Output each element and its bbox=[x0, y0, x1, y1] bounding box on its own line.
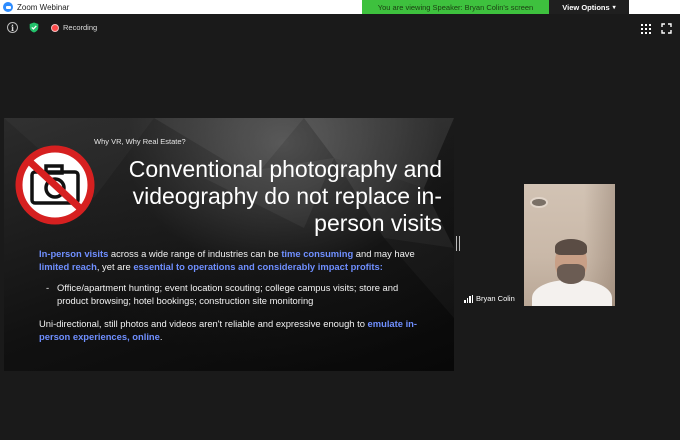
rich-text-segment: essential to operations and considerably… bbox=[133, 260, 383, 272]
speaker-name: Bryan Colin bbox=[476, 294, 515, 303]
recording-label: Recording bbox=[63, 23, 98, 32]
rich-text-segment: Uni-directional, still photos and videos… bbox=[39, 318, 368, 329]
view-options-label: View Options bbox=[562, 2, 610, 12]
fullscreen-icon[interactable] bbox=[661, 23, 672, 34]
screen-share-banner: You are viewing Speaker: Bryan Colin's s… bbox=[362, 0, 549, 14]
slide-title: Conventional photography and videography… bbox=[128, 156, 442, 236]
speaker-video[interactable] bbox=[524, 184, 615, 306]
rich-text-segment: In-person visits bbox=[39, 248, 109, 259]
recording-icon bbox=[51, 24, 59, 32]
signal-strength-icon bbox=[464, 295, 473, 303]
rich-text-segment: . bbox=[159, 330, 163, 342]
rich-text-segment: , yet are bbox=[96, 260, 134, 272]
panel-resize-handle[interactable] bbox=[456, 236, 460, 251]
chevron-down-icon: ▾ bbox=[612, 4, 616, 11]
shield-check-icon[interactable] bbox=[29, 22, 39, 33]
shared-screen-slide: Why VR, Why Real Estate? Conventional ph… bbox=[4, 118, 454, 371]
video-person-beard bbox=[557, 264, 585, 284]
video-person-hat bbox=[555, 239, 587, 255]
rich-text-segment: and may have bbox=[353, 248, 415, 259]
rich-text-segment: limited reach bbox=[39, 260, 97, 272]
window-title: Zoom Webinar bbox=[17, 2, 70, 12]
slide-heading: Why VR, Why Real Estate? bbox=[94, 137, 186, 146]
video-ceiling-vent bbox=[532, 199, 546, 206]
speaker-name-tag: Bryan Colin bbox=[464, 294, 515, 303]
info-icon[interactable]: i bbox=[7, 22, 18, 33]
slide-body: In-person visits across a wide range of … bbox=[39, 248, 429, 352]
rich-text-segment: across a wide range of industries can be bbox=[108, 248, 282, 259]
rich-text-segment: time consuming bbox=[281, 248, 354, 259]
zoom-logo-icon bbox=[3, 2, 13, 12]
slide-paragraph-2: Uni-directional, still photos and videos… bbox=[39, 318, 429, 343]
slide-bullet: Office/apartment hunting; event location… bbox=[46, 282, 429, 307]
grid-icon[interactable] bbox=[641, 24, 651, 34]
slide-paragraph-1: In-person visits across a wide range of … bbox=[39, 248, 429, 273]
view-options-button[interactable]: View Options ▾ bbox=[549, 0, 629, 14]
